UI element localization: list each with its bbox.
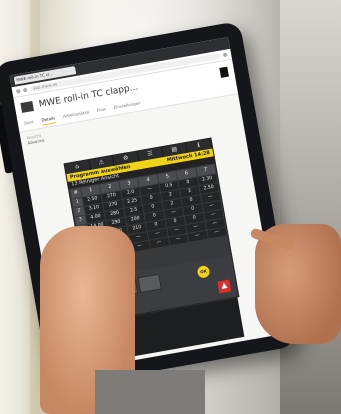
back-icon[interactable] <box>16 88 21 94</box>
tab-flow[interactable]: Flow <box>96 106 106 115</box>
background-shelf <box>280 0 341 414</box>
user-icon[interactable] <box>219 66 229 78</box>
table-cell[interactable]: — <box>149 237 170 249</box>
app-logo-icon <box>20 101 34 113</box>
forward-icon[interactable] <box>22 87 28 93</box>
left-sleeve <box>95 370 205 414</box>
menu-icon[interactable] <box>222 52 228 58</box>
control-button-3[interactable] <box>137 273 162 294</box>
tab-start[interactable]: Start <box>24 119 35 129</box>
table-cell[interactable]: — <box>206 227 227 239</box>
ok-button[interactable]: OK <box>196 264 211 279</box>
tab-details[interactable]: Details <box>41 115 57 126</box>
table-cell[interactable]: — <box>168 234 189 246</box>
table-cell[interactable]: — <box>187 230 208 242</box>
warning-button[interactable] <box>217 279 232 294</box>
table-header-cell: # <box>70 188 82 199</box>
